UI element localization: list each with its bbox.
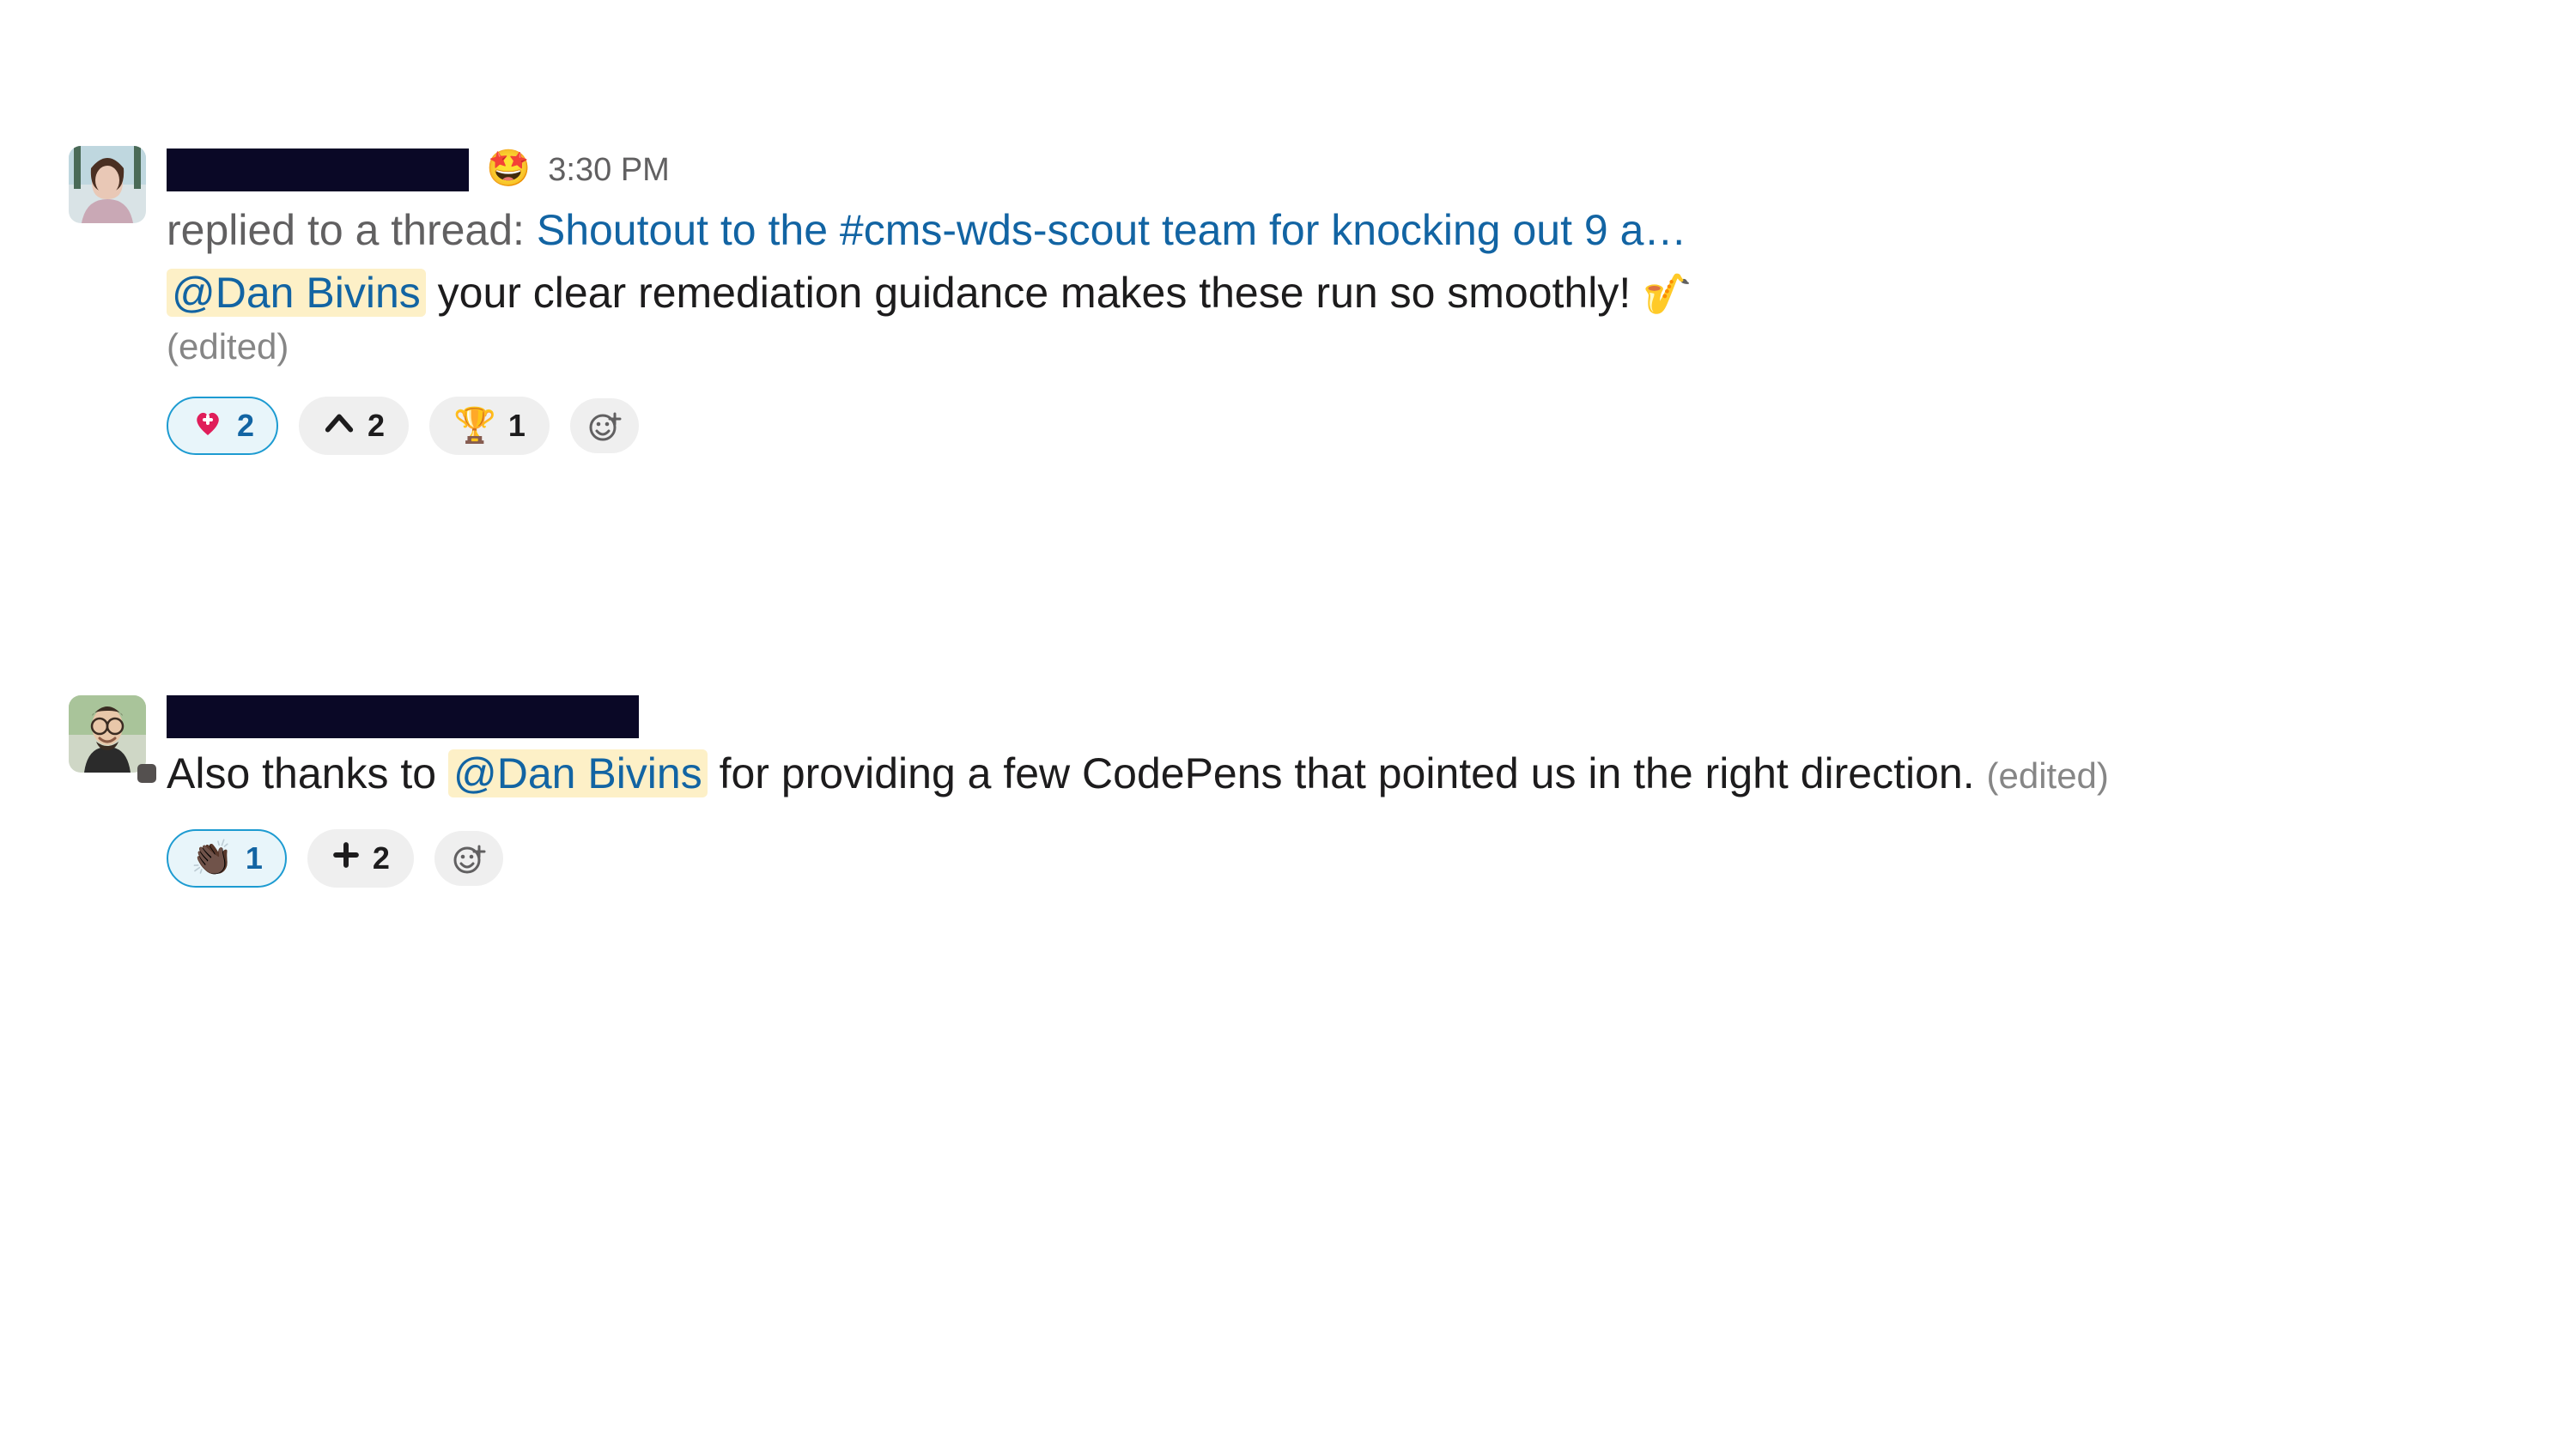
reaction-up-chevron[interactable]: 2 xyxy=(299,397,409,455)
thread-link[interactable]: Shoutout to the #cms-wds-scout team for … xyxy=(537,206,1687,254)
thread-reply-line: replied to a thread: Shoutout to the #cm… xyxy=(167,202,2507,260)
reply-prefix: replied to a thread: xyxy=(167,206,537,254)
plus-icon xyxy=(331,840,361,876)
add-reaction-button[interactable] xyxy=(570,398,639,453)
reaction-count: 2 xyxy=(368,405,385,447)
message-header xyxy=(167,695,2507,738)
reactions-bar: 👏🏿 1 2 xyxy=(167,829,2507,888)
add-reaction-icon xyxy=(452,841,486,876)
heart-plus-icon xyxy=(191,406,225,446)
edited-label: (edited) xyxy=(1987,755,2109,796)
reaction-count: 2 xyxy=(237,405,254,447)
message-text: @Dan Bivins your clear remediation guida… xyxy=(167,264,2507,323)
reaction-trophy[interactable]: 🏆 1 xyxy=(429,397,550,455)
mention[interactable]: @Dan Bivins xyxy=(448,749,708,797)
reaction-count: 1 xyxy=(508,405,526,447)
reaction-clap[interactable]: 👏🏿 1 xyxy=(167,829,287,888)
reactions-bar: 2 2 🏆 1 xyxy=(167,397,2507,455)
message-2: Also thanks to @Dan Bivins for providing… xyxy=(69,695,2507,888)
reaction-plus[interactable]: 2 xyxy=(307,829,414,888)
reaction-count: 2 xyxy=(373,838,390,880)
clap-icon: 👏🏿 xyxy=(191,841,234,876)
author-name-redacted[interactable] xyxy=(167,149,469,191)
message-text-part: your clear remediation guidance makes th… xyxy=(426,269,1643,317)
chevron-up-icon xyxy=(323,407,355,446)
edited-label: (edited) xyxy=(167,323,2507,372)
avatar[interactable] xyxy=(69,146,146,223)
saxophone-icon: 🎷 xyxy=(1643,271,1692,316)
message-body: 🤩 3:30 PM replied to a thread: Shoutout … xyxy=(167,146,2507,455)
message-text: Also thanks to @Dan Bivins for providing… xyxy=(167,745,2227,803)
message-text-part: for providing a few CodePens that pointe… xyxy=(708,749,1987,797)
timestamp[interactable]: 3:30 PM xyxy=(548,149,670,192)
reaction-count: 1 xyxy=(246,838,263,880)
status-emoji-icon: 🤩 xyxy=(486,144,531,193)
presence-indicator-icon xyxy=(137,764,156,783)
reaction-heart-plus[interactable]: 2 xyxy=(167,397,278,455)
message-body: Also thanks to @Dan Bivins for providing… xyxy=(167,695,2507,888)
message-text-part: Also thanks to xyxy=(167,749,448,797)
add-reaction-button[interactable] xyxy=(434,831,503,886)
message-1: 🤩 3:30 PM replied to a thread: Shoutout … xyxy=(69,146,2507,455)
message-header: 🤩 3:30 PM xyxy=(167,146,2507,195)
add-reaction-icon xyxy=(587,409,622,443)
trophy-icon: 🏆 xyxy=(453,409,496,443)
avatar[interactable] xyxy=(69,695,146,773)
author-name-redacted[interactable] xyxy=(167,695,639,738)
mention[interactable]: @Dan Bivins xyxy=(167,269,426,317)
